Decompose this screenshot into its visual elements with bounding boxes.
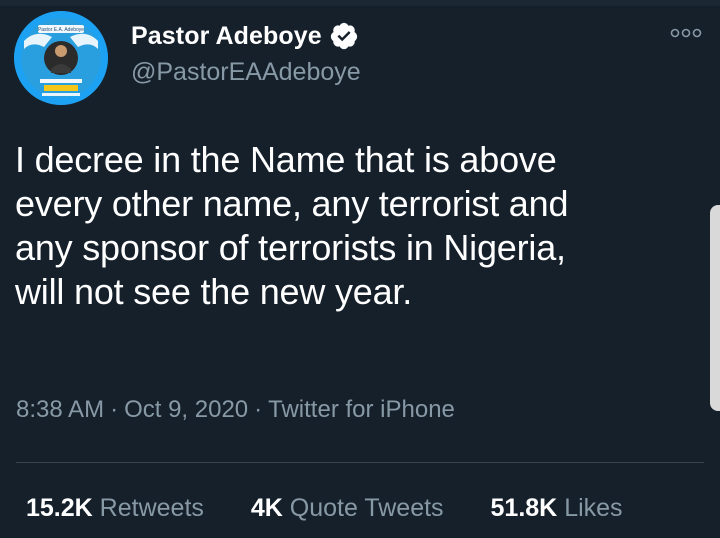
likes-stat[interactable]: 51.8K Likes: [491, 494, 623, 523]
display-name[interactable]: Pastor Adeboye: [131, 22, 322, 51]
verified-badge-icon: [330, 22, 357, 50]
tweet-text: I decree in the Name that is above every…: [15, 138, 705, 314]
tweet-time[interactable]: 8:38 AM: [16, 396, 104, 423]
engagement-stats: 15.2K Retweets 4K Quote Tweets 51.8K Lik…: [26, 494, 623, 523]
meta-separator: ·: [254, 396, 263, 423]
quote-tweets-label: Quote Tweets: [289, 494, 444, 522]
tweet-text-line: I decree in the Name that is above: [15, 139, 557, 180]
tweet-text-line: every other name, any terrorist and: [15, 183, 569, 224]
retweets-label: Retweets: [99, 494, 204, 522]
quote-tweets-count: 4K: [250, 494, 283, 522]
top-edge: [0, 0, 720, 6]
likes-label: Likes: [564, 494, 623, 522]
divider: [16, 462, 704, 463]
avatar-image: Pastor E.A. Adeboye: [14, 11, 108, 105]
avatar-banner-text: Pastor E.A. Adeboye: [38, 27, 84, 33]
quote-tweets-stat[interactable]: 4K Quote Tweets: [251, 494, 444, 523]
retweets-count: 15.2K: [26, 494, 93, 522]
more-options-icon[interactable]: [668, 24, 704, 42]
scrollbar-handle[interactable]: [710, 205, 720, 411]
avatar[interactable]: Pastor E.A. Adeboye: [14, 11, 108, 105]
likes-count: 51.8K: [490, 494, 558, 522]
tweet-text-line: any sponsor of terrorists in Nigeria,: [15, 227, 566, 268]
tweet-date[interactable]: Oct 9, 2020: [124, 396, 248, 423]
retweets-stat[interactable]: 15.2K Retweets: [26, 494, 204, 523]
name-row: Pastor Adeboye: [131, 19, 359, 53]
user-handle[interactable]: @PastorEAAdeboye: [131, 58, 361, 87]
tweet-text-line: will not see the new year.: [15, 271, 413, 312]
tweet-card: Pastor E.A. Adeboye Pastor Adeboye @Past…: [0, 0, 720, 538]
meta-separator: ·: [110, 396, 119, 423]
tweet-source[interactable]: Twitter for iPhone: [268, 396, 455, 423]
tweet-meta: 8:38 AM · Oct 9, 2020 · Twitter for iPhone: [16, 396, 455, 424]
